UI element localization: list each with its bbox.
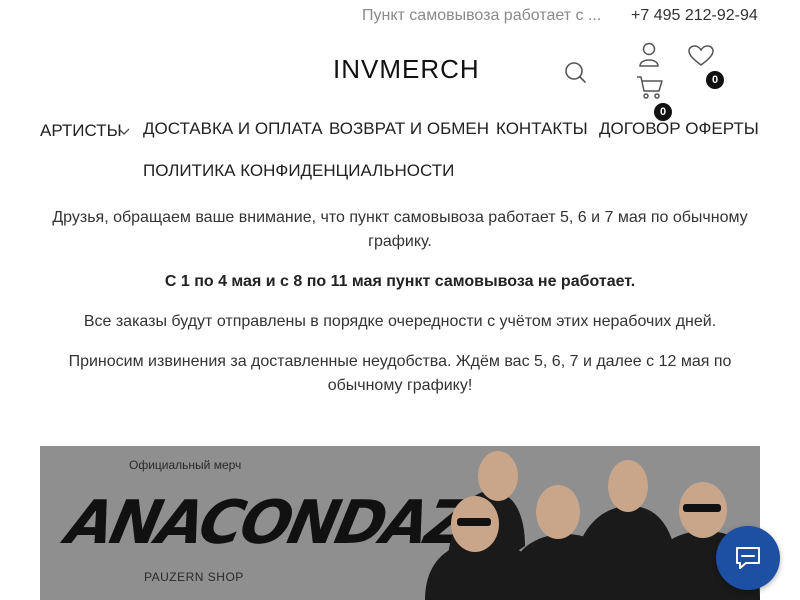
account-button[interactable] xyxy=(638,42,660,68)
band-photo xyxy=(425,451,760,600)
artist-banner[interactable]: Официальный мерч ANACONDAZ PAUZERN SHOP xyxy=(40,446,760,600)
nav-item-artists[interactable]: АРТИСТЫ xyxy=(40,121,122,141)
nav-item-offer[interactable]: ДОГОВОР ОФЕРТЫ xyxy=(599,119,759,139)
chevron-down-icon[interactable] xyxy=(118,127,130,137)
notice-paragraph: Все заказы будут отправлены в порядке оч… xyxy=(83,313,717,330)
banner-official-label: Официальный мерч xyxy=(129,458,242,472)
chat-icon xyxy=(736,547,760,569)
notice-closed-dates: С 1 по 4 мая и с 8 по 11 мая пункт самов… xyxy=(164,273,636,290)
header: INVMERCH 0 0 xyxy=(0,34,800,121)
phone-link[interactable]: +7 495 212-92-94 xyxy=(631,7,758,25)
user-icon xyxy=(639,42,659,67)
search-button[interactable] xyxy=(563,60,589,86)
pickup-notice-link[interactable]: Пункт самовывоза работает с ... xyxy=(362,7,601,25)
heart-icon xyxy=(688,45,714,66)
notice-paragraph: Приносим извинения за доставленные неудо… xyxy=(68,353,732,394)
top-bar: Пункт самовывоза работает с ... +7 495 2… xyxy=(0,0,800,34)
nav-item-privacy[interactable]: ПОЛИТИКА КОНФИДЕНЦИАЛЬНОСТИ xyxy=(143,161,454,181)
pickup-notice: Друзья, обращаем ваше внимание, что пунк… xyxy=(40,206,760,414)
site-logo[interactable]: INVMERCH xyxy=(333,54,480,85)
nav-item-returns[interactable]: ВОЗВРАТ И ОБМЕН xyxy=(329,119,489,139)
search-icon xyxy=(565,62,586,83)
nav-item-contacts[interactable]: КОНТАКТЫ xyxy=(496,119,588,139)
notice-paragraph: Друзья, обращаем ваше внимание, что пунк… xyxy=(52,209,748,250)
wishlist-count-badge: 0 xyxy=(706,71,724,89)
nav-item-delivery[interactable]: ДОСТАВКА И ОПЛАТА xyxy=(143,119,323,139)
cart-icon xyxy=(637,76,663,99)
banner-shop-label: PAUZERN SHOP xyxy=(144,570,244,584)
cart-button[interactable] xyxy=(636,74,664,100)
main-nav: АРТИСТЫ ДОСТАВКА И ОПЛАТА ВОЗВРАТ И ОБМЕ… xyxy=(0,110,800,200)
chat-button[interactable] xyxy=(716,526,780,590)
wishlist-button[interactable] xyxy=(687,44,715,68)
